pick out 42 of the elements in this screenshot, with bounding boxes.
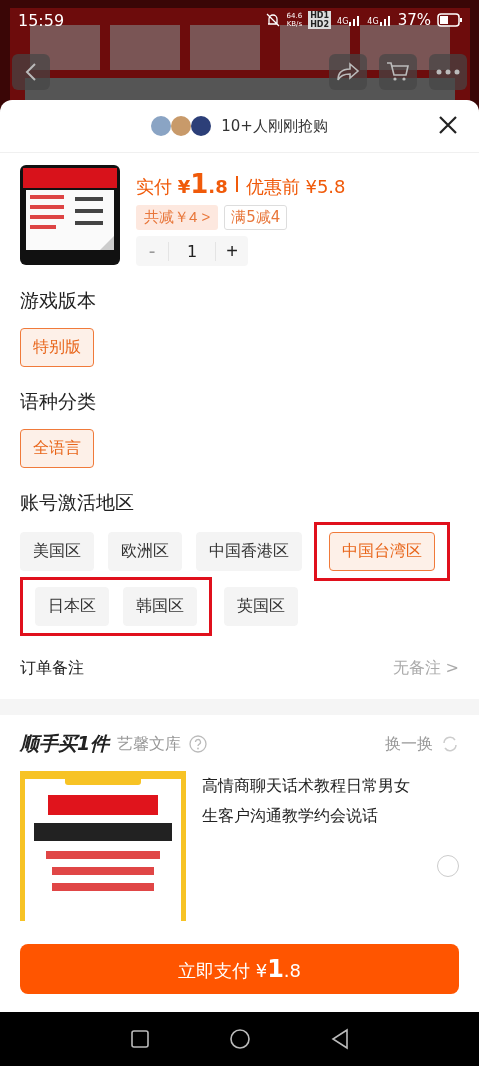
share-button[interactable] xyxy=(329,54,367,90)
chevron-left-icon xyxy=(24,62,38,82)
more-icon xyxy=(436,69,460,75)
original-price: 优惠前 ¥5.8 xyxy=(245,175,346,199)
home-icon[interactable] xyxy=(228,1028,251,1050)
section-title: 游戏版本 xyxy=(20,288,97,313)
share-icon xyxy=(336,62,360,82)
cart-icon xyxy=(386,61,410,83)
recent-buyers-text: 10+人刚刚抢购 xyxy=(221,116,328,136)
more-button[interactable] xyxy=(429,54,467,90)
status-time: 15:59 xyxy=(18,10,65,30)
avatar xyxy=(151,116,172,136)
network-type: 4G xyxy=(337,17,349,26)
square-nav-icon[interactable] xyxy=(129,1029,150,1049)
section-title: 账号激活地区 xyxy=(20,490,135,515)
option-chip[interactable]: 美国区 xyxy=(20,532,94,571)
back-button[interactable] xyxy=(12,54,50,90)
option-chip[interactable]: 中国香港区 xyxy=(196,532,302,571)
battery-percent: 37% xyxy=(397,11,431,29)
quantity-value: 1 xyxy=(168,241,216,261)
shop-name: 艺馨文库 xyxy=(117,733,182,755)
coupon-tag: 满5减4 xyxy=(224,205,288,230)
option-chip[interactable]: 欧洲区 xyxy=(108,532,182,571)
avatar xyxy=(171,116,192,136)
avatar xyxy=(191,116,212,136)
hd-indicator: HD1 HD2 xyxy=(308,11,332,29)
option-chip[interactable]: 英国区 xyxy=(224,587,298,626)
section-title: 语种分类 xyxy=(20,389,97,414)
product-title[interactable]: 高情商聊天话术教程日常男女生客户沟通教学约会说话 xyxy=(202,771,421,921)
option-chip[interactable]: 日本区 xyxy=(35,587,109,626)
option-chip[interactable]: 韩国区 xyxy=(123,587,197,626)
bell-muted-icon xyxy=(264,12,281,28)
signal-icon xyxy=(379,14,392,26)
plus-button[interactable]: + xyxy=(216,236,248,266)
addon-title: 顺手买1件 xyxy=(20,731,110,756)
network-type: 4G xyxy=(367,17,379,26)
battery-icon xyxy=(437,13,463,27)
back-icon[interactable] xyxy=(329,1028,350,1050)
signal-icon xyxy=(349,14,362,26)
note-label: 订单备注 xyxy=(20,658,84,679)
cart-button[interactable] xyxy=(379,54,417,90)
paid-price: 实付 ¥1.8 xyxy=(136,169,228,199)
